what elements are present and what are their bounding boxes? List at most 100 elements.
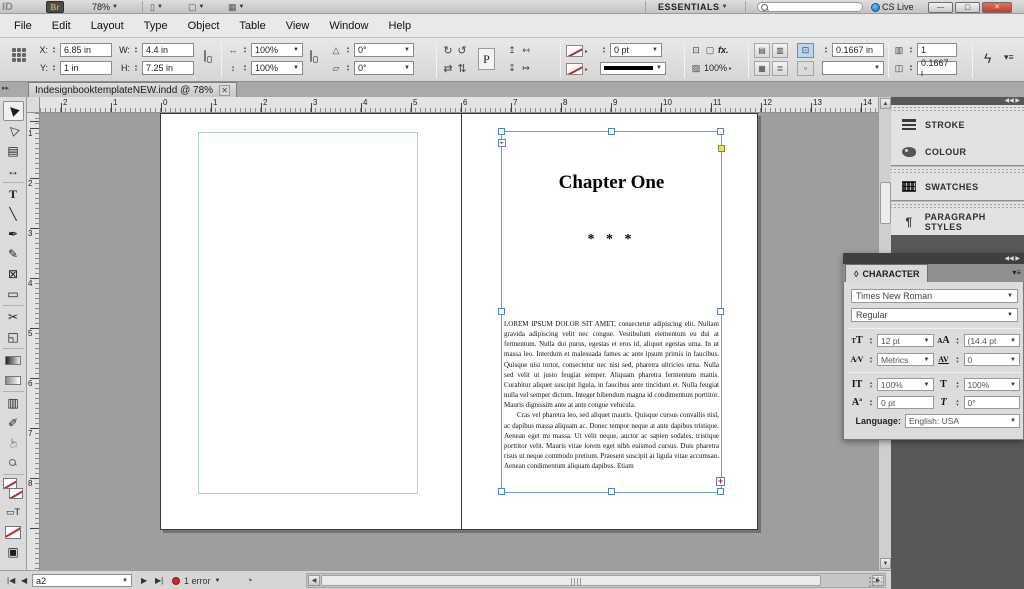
wrap-none-button[interactable]: ▤ — [754, 43, 770, 58]
skew-field[interactable]: 0° — [964, 396, 1021, 409]
inset-spacing-field[interactable]: 0.1667 in — [832, 43, 884, 57]
leading-field[interactable]: (14.4 pt▼ — [964, 334, 1021, 347]
line-tool[interactable]: ╲ — [3, 204, 24, 224]
scale-y-field[interactable]: 100%▼ — [251, 61, 303, 75]
selection-handle[interactable] — [717, 128, 724, 135]
corner-options-icon[interactable]: ⊡ — [690, 45, 702, 56]
height-field[interactable]: 7.25 in — [142, 61, 194, 75]
frame-tool[interactable]: ⊠ — [3, 264, 24, 284]
menu-object[interactable]: Object — [178, 16, 230, 36]
close-button[interactable]: ✕ — [982, 2, 1012, 13]
search-input[interactable] — [757, 2, 863, 12]
hand-tool[interactable]: ☞ — [3, 433, 24, 453]
select-next-icon[interactable]: ↦ — [520, 63, 532, 74]
rotate-cw-icon[interactable]: ↻ — [442, 44, 454, 57]
menu-file[interactable]: File — [4, 16, 42, 36]
previous-page-button[interactable]: ◀ — [18, 574, 30, 587]
menu-type[interactable]: Type — [134, 16, 178, 36]
page-number-field[interactable]: a2▼ — [32, 574, 132, 587]
fill-swatch-none[interactable] — [566, 63, 583, 75]
type-tool[interactable]: T — [3, 184, 24, 204]
kerning-field[interactable]: Metrics▼ — [877, 353, 934, 366]
panel-collapse-icon[interactable]: ◀◀ ▶ — [843, 253, 1024, 264]
auto-fit-button[interactable]: ▫ — [797, 61, 814, 76]
dock-panel-paragraph-styles[interactable]: ¶PARAGRAPH STYLES — [891, 208, 1024, 235]
dock-panel-stroke[interactable]: STROKE — [891, 111, 1024, 138]
zoom-level-dropdown[interactable]: 78%▼ — [92, 1, 118, 13]
x-stepper[interactable]: ▲▼ — [50, 46, 58, 54]
ruler-origin-corner[interactable] — [27, 97, 40, 113]
screen-mode-button[interactable]: ▣ — [3, 542, 24, 562]
stroke-weight-field[interactable]: 0 pt▼ — [610, 43, 662, 57]
vertical-scroll-thumb[interactable] — [880, 182, 891, 224]
dock-panel-colour[interactable]: COLOUR — [891, 138, 1024, 165]
selection-handle[interactable] — [608, 128, 615, 135]
bridge-button[interactable]: Br — [46, 1, 64, 13]
font-size-field[interactable]: 12 pt▼ — [877, 334, 934, 347]
apply-none-button[interactable] — [3, 522, 24, 542]
panel-menu-icon[interactable]: ▾≡ — [1004, 52, 1014, 63]
gutter-field[interactable]: 0.1667 i — [917, 61, 957, 75]
language-select[interactable]: English: USA▼ — [905, 414, 1020, 428]
tracking-field[interactable]: 0▼ — [964, 353, 1021, 366]
scissors-tool[interactable]: ✂ — [3, 307, 24, 327]
select-container-icon[interactable]: ↥ — [506, 45, 518, 56]
selection-handle[interactable] — [498, 488, 505, 495]
scroll-left-icon[interactable]: ◀ — [308, 575, 320, 586]
gradient-swatch-tool[interactable] — [3, 350, 24, 370]
wrap-column-button[interactable]: ≣ — [772, 61, 788, 76]
pencil-tool[interactable]: ✎ — [3, 244, 24, 264]
selected-text-frame[interactable]: Chapter One * * * LOREM IPSUM DOLOR SIT … — [501, 131, 722, 493]
select-previous-icon[interactable]: ↧ — [506, 63, 518, 74]
menu-view[interactable]: View — [276, 16, 320, 36]
pen-tool[interactable]: ✒ — [3, 224, 24, 244]
x-position-field[interactable]: 6.85 in — [60, 43, 112, 57]
reference-point-proxy[interactable] — [12, 48, 26, 62]
stroke-style-dropdown[interactable]: ▼ — [600, 62, 666, 75]
rotation-angle-field[interactable]: 0°▼ — [354, 43, 414, 57]
preset-dropdown[interactable]: ▼ — [822, 61, 884, 75]
resize-grip[interactable] — [868, 576, 882, 588]
screen-mode-dropdown[interactable]: ▦▼ — [228, 1, 244, 13]
menu-layout[interactable]: Layout — [81, 16, 134, 36]
w-stepper[interactable]: ▲▼ — [132, 46, 140, 54]
selection-tool[interactable]: ▶ — [3, 101, 24, 121]
horizontal-ruler[interactable]: 2101234567891011121314 — [40, 97, 878, 113]
gradient-feather-tool[interactable] — [3, 370, 24, 390]
next-page-button[interactable]: ▶ — [138, 574, 150, 587]
menu-window[interactable]: Window — [319, 16, 378, 36]
free-transform-tool[interactable]: ◱ — [3, 327, 24, 347]
horizontal-scale-field[interactable]: 100%▼ — [964, 378, 1021, 391]
menu-help[interactable]: Help — [378, 16, 421, 36]
page-tool[interactable]: ▤ — [3, 141, 24, 161]
pasteboard[interactable]: Chapter One * * * LOREM IPSUM DOLOR SIT … — [40, 113, 878, 570]
width-field[interactable]: 4.4 in — [142, 43, 194, 57]
font-family-select[interactable]: Times New Roman▼ — [851, 289, 1018, 303]
preflight-menu-icon[interactable]: ◔ — [246, 574, 253, 587]
selection-handle[interactable] — [498, 308, 505, 315]
wrap-jump-button[interactable]: ▦ — [754, 61, 770, 76]
last-page-button[interactable]: ▶| — [152, 574, 166, 587]
minimize-button[interactable]: — — [928, 2, 953, 13]
gap-tool[interactable]: ↔ — [3, 161, 24, 181]
rectangle-tool[interactable]: ▭ — [3, 284, 24, 304]
formatting-affects-toggle[interactable]: ▭T — [3, 502, 24, 522]
select-content-icon[interactable]: ↤ — [520, 45, 532, 56]
tab-character[interactable]: ◊ CHARACTER — [845, 264, 928, 282]
tab-overflow-icon[interactable]: ▸▸ — [2, 84, 9, 92]
wrap-bounding-box-button[interactable]: ▥ — [772, 43, 788, 58]
direct-selection-tool[interactable]: ▷ — [3, 121, 24, 141]
font-style-select[interactable]: Regular▼ — [851, 308, 1018, 322]
cs-live-button[interactable]: CS Live — [871, 1, 914, 13]
zoom-tool[interactable] — [3, 453, 24, 473]
y-stepper[interactable]: ▲▼ — [50, 64, 58, 72]
selection-handle[interactable] — [608, 488, 615, 495]
vertical-scale-field[interactable]: 100%▼ — [877, 378, 934, 391]
tab-close-icon[interactable]: ✕ — [219, 85, 230, 96]
vertical-ruler[interactable]: 12345678 — [27, 113, 40, 570]
flip-horizontal-icon[interactable]: ⇄ — [442, 62, 454, 75]
shear-angle-field[interactable]: 0°▼ — [354, 61, 414, 75]
scale-x-field[interactable]: 100%▼ — [251, 43, 303, 57]
page-spread[interactable]: Chapter One * * * LOREM IPSUM DOLOR SIT … — [160, 113, 758, 530]
corner-shape-icon[interactable]: ▢ — [704, 45, 716, 56]
